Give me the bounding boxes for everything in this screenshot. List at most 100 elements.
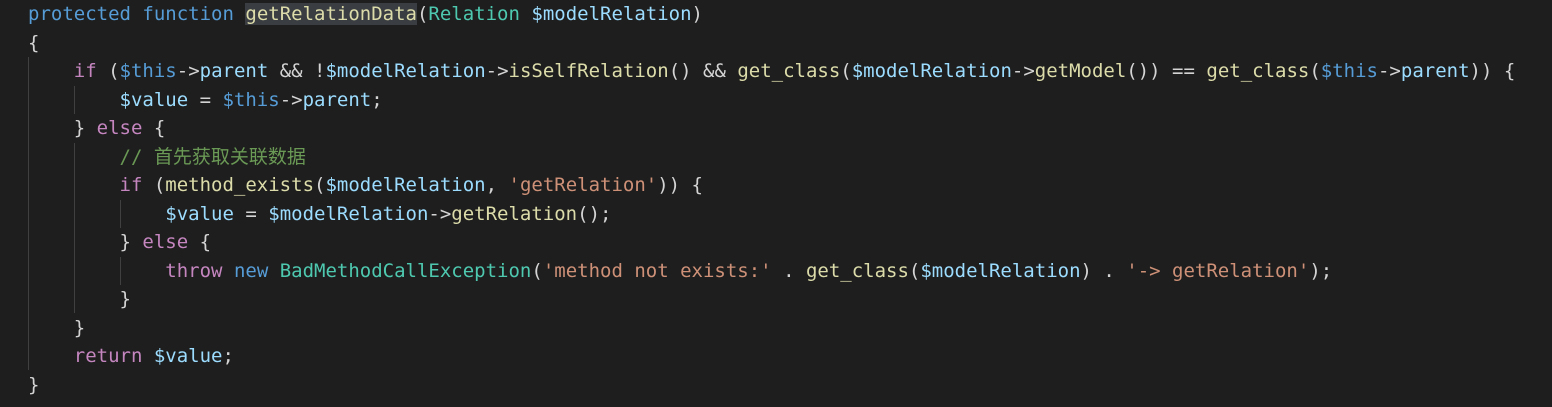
code-token: $this [119, 60, 177, 82]
code-token: $this [222, 88, 280, 111]
code-token: ( [1309, 60, 1321, 82]
code-token: new [233, 259, 269, 282]
code-token: parent [199, 60, 269, 82]
code-token: Relation [428, 3, 520, 25]
code-token: } [28, 231, 143, 253]
code-token: ( [840, 60, 852, 82]
code-token: $modelRelation [325, 174, 486, 196]
code-token: $modelRelation [851, 60, 1012, 82]
code-token: get_class [805, 259, 909, 282]
code-token: // 首先获取关联数据 [119, 145, 306, 168]
code-token: getModel [1034, 60, 1127, 82]
code-token: () && [668, 60, 738, 82]
code-token: -> [1011, 60, 1035, 82]
code-token: $value [153, 345, 223, 367]
code-token: { [28, 31, 40, 54]
code-token: $modelRelation [268, 202, 429, 225]
code-token: -> [279, 88, 303, 111]
code-line-8[interactable]: $value = $modelRelation->getRelation(); [28, 200, 611, 229]
code-token: -> [176, 60, 200, 82]
code-token: 'method not exists:' [542, 259, 772, 282]
code-token: ) [691, 3, 703, 25]
code-token: && ! [268, 60, 326, 82]
code-token: 'getRelation' [508, 174, 658, 196]
code-token: protected [28, 3, 131, 25]
code-token: get_class [1206, 60, 1310, 82]
code-line-9[interactable]: } else { [28, 228, 212, 257]
code-line-12[interactable]: } [28, 314, 85, 343]
code-line-10[interactable]: throw new BadMethodCallException('method… [28, 257, 1332, 286]
code-token: method_exists [165, 174, 315, 196]
code-token: getRelationData [245, 3, 417, 25]
code-token: )) { [657, 174, 703, 196]
code-line-14[interactable]: } [28, 371, 39, 400]
code-token: -> [1377, 60, 1401, 82]
code-token: ( [142, 174, 166, 196]
code-editor[interactable]: protected function getRelationData(Relat… [0, 0, 1552, 407]
code-token: parent [1400, 60, 1470, 82]
code-line-1[interactable]: protected function getRelationData(Relat… [28, 0, 703, 29]
code-line-2[interactable]: { [28, 29, 39, 58]
code-token: -> [428, 202, 452, 225]
code-token: } [28, 288, 131, 310]
code-token: ()) == [1126, 60, 1207, 82]
code-token: $modelRelation [325, 60, 486, 82]
code-token: parent [302, 88, 372, 111]
code-token: if [73, 60, 97, 82]
code-token: , [485, 174, 509, 196]
code-token: ( [908, 259, 921, 282]
code-token: ; [222, 345, 234, 367]
code-token: else [142, 231, 189, 253]
code-token: else [96, 117, 143, 139]
code-token: -> [485, 60, 509, 82]
code-line-4[interactable]: $value = $this->parent; [28, 86, 383, 115]
code-line-11[interactable]: } [28, 285, 131, 314]
code-token: } [28, 373, 40, 396]
code-line-6[interactable]: // 首先获取关联数据 [28, 143, 306, 172]
code-token: ( [416, 3, 429, 25]
code-token: '-> getRelation' [1126, 259, 1310, 282]
code-token: $value [165, 202, 234, 225]
code-token: (); [577, 202, 612, 225]
code-token: )) { [1469, 60, 1516, 82]
code-token: if [119, 174, 143, 196]
code-line-7[interactable]: if (method_exists($modelRelation, 'getRe… [28, 171, 703, 200]
code-token: $modelRelation [920, 259, 1081, 282]
code-token: ( [96, 60, 120, 82]
code-token: function [142, 3, 234, 25]
code-token: getRelation [451, 202, 578, 225]
code-token: = [188, 88, 223, 111]
code-token: } [28, 316, 86, 339]
code-token: . [771, 259, 806, 282]
code-token: ); [1309, 259, 1333, 282]
code-line-3[interactable]: if ($this->parent && !$modelRelation->is… [28, 57, 1516, 86]
code-token: { [142, 117, 166, 139]
code-token: ( [531, 259, 543, 282]
code-token: isSelfRelation [508, 60, 669, 82]
code-token: throw [165, 259, 223, 282]
code-line-13[interactable]: return $value; [28, 342, 234, 371]
code-token: ) . [1080, 259, 1127, 282]
code-token: $this [1320, 60, 1378, 82]
code-token: get_class [737, 60, 841, 82]
code-token: BadMethodCallException [279, 259, 532, 282]
code-line-5[interactable]: } else { [28, 114, 166, 143]
code-token: = [233, 202, 269, 225]
code-token: ( [314, 174, 326, 196]
code-token: $value [119, 88, 189, 111]
code-token: { [188, 231, 212, 253]
code-token: return [73, 345, 143, 367]
